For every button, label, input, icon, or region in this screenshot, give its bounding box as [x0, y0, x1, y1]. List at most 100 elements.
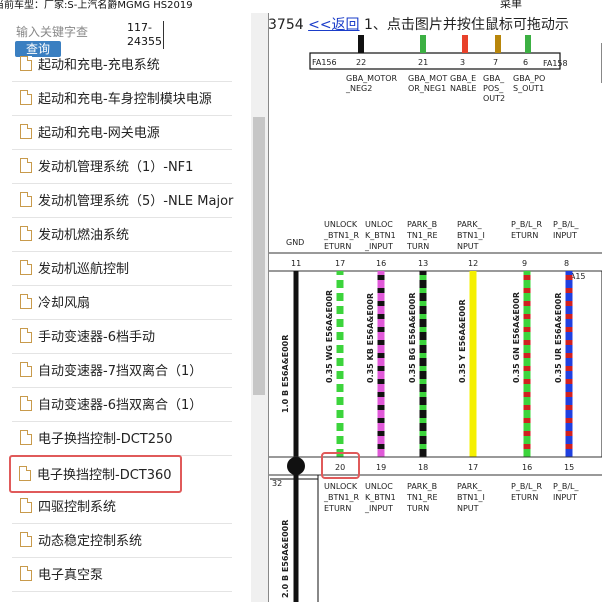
signal-name: PARK_ [457, 482, 483, 491]
nav-item[interactable]: 发动机管理系统（1）-NF1 [12, 149, 232, 184]
left-panel: 输入关键字查 查询 117-24355 起动和充电-充电系统 起动和充电-车身控制… [0, 13, 268, 602]
signal-name: BTN1_I [457, 493, 485, 502]
nav-item[interactable]: 自动变速器-6挡双离合（1） [12, 387, 232, 422]
search-input[interactable]: 输入关键字查 [16, 23, 116, 40]
document-icon [20, 430, 32, 445]
document-icon [20, 192, 32, 207]
signal-name: ETURN [511, 493, 538, 502]
signal-name: S_OUT1 [513, 84, 544, 93]
pin-number: 22 [356, 58, 366, 67]
signal-name: PARK_B [407, 220, 437, 229]
wire-spec: 1.0 B E56A&E00R [281, 335, 290, 413]
nav-item[interactable]: 动态稳定控制系统 [12, 523, 232, 558]
nav-item-label: 起动和充电-充电系统 [38, 58, 160, 73]
signal-name: GBA_PO [513, 74, 545, 83]
nav-item-label: 电子真空泵 [38, 568, 104, 583]
diagram-header: 3754 <<返回 1、点击图片并按住鼠标可拖动示 [268, 13, 602, 37]
nav-item[interactable]: 发动机燃油系统 [12, 217, 232, 252]
document-icon [20, 90, 32, 105]
signal-name: POS_ [483, 84, 504, 93]
signal-name: PARK_B [407, 482, 437, 491]
vehicle-model: 当前车型：厂家:S-上汽名爵MGMG HS2019 [0, 0, 193, 11]
pin-number: 15 [564, 463, 574, 472]
nav-item[interactable]: 冷却风扇 [12, 285, 232, 320]
wire-spec: 0.35 BG E56A&E00R [408, 293, 417, 384]
nav-item-label: 起动和充电-车身控制模块电源 [38, 92, 212, 107]
nav-item[interactable]: 电子换挡控制-DCT250 [12, 421, 232, 456]
nav-item[interactable]: 起动和充电-车身控制模块电源 [12, 81, 232, 116]
nav-item-label: 电子换挡控制-DCT250 [38, 432, 173, 447]
scrollbar[interactable] [251, 13, 268, 602]
nav-item-label: 发动机管理系统（5）-NLE Major [38, 194, 234, 209]
splice-dot [287, 457, 305, 475]
connector-code: FA156 [312, 58, 337, 67]
nav-item-label: 自动变速器-7挡双离合（1） [38, 364, 203, 379]
document-icon [20, 328, 32, 343]
pin-number: 19 [376, 463, 386, 472]
pin-number: 20 [335, 463, 345, 472]
pin-number: 9 [522, 259, 527, 268]
nav-item[interactable]: 起动和充电-充电系统 [12, 47, 232, 82]
nav-item-label: 发动机燃油系统 [38, 228, 130, 243]
signal-name: UNLOC [365, 220, 393, 229]
document-icon [20, 362, 32, 377]
document-icon [20, 226, 32, 241]
nav-item[interactable]: 起动和充电-网关电源 [12, 115, 232, 150]
nav-item-label: 动态稳定控制系统 [38, 534, 143, 549]
pin-number: 7 [493, 58, 498, 67]
signal-name: GBA_MOT [408, 74, 447, 83]
pin-number: 11 [291, 259, 301, 268]
wiring-diagram[interactable]: FA156 FA158 22 GBA_MOTOR_NEG2 21 GBA_MOTOR_NE… [268, 13, 602, 602]
signal-name: UNLOC [365, 482, 393, 491]
signal-name: PARK_ [457, 220, 483, 229]
signal-name: OUT2 [483, 94, 505, 103]
document-icon [20, 260, 32, 275]
signal-name: UNLOCK [324, 220, 358, 229]
left-pin-number: 32 [272, 479, 282, 488]
back-link[interactable]: <<返回 [308, 17, 359, 33]
signal-name: _INPUT [364, 242, 393, 251]
pin-number: 21 [418, 58, 428, 67]
signal-name: NPUT [457, 504, 479, 513]
wire-spec: 0.35 UR E56A&E00R [554, 293, 563, 384]
nav-item[interactable]: 电子真空泵 [12, 557, 232, 592]
nav-item-label: 冷却风扇 [38, 296, 91, 311]
nav-item[interactable]: 自动变速器-7挡双离合（1） [12, 353, 232, 388]
signal-name: GBA_E [450, 74, 476, 83]
signal-name: ETURN [324, 504, 351, 513]
nav-item-label: 手动变速器-6档手动 [38, 330, 155, 345]
signal-name: GBA_MOTOR [346, 74, 398, 83]
scrollbar-thumb[interactable] [253, 117, 265, 395]
connector-code: FA158 [543, 59, 568, 68]
signal-name: OR_NEG1 [408, 84, 446, 93]
nav-item[interactable]: 电子换挡控制-DCT360 [9, 455, 182, 493]
document-icon [20, 124, 32, 139]
nav-item[interactable]: 手动变速器-6档手动 [12, 319, 232, 354]
signal-name: P_B/L_ [553, 482, 579, 491]
nav-item-label: 发动机管理系统（1）-NF1 [38, 160, 194, 175]
signal-name: INPUT [553, 231, 577, 240]
instruction-text: 1、点击图片并按住鼠标可拖动示 [364, 17, 569, 33]
nav-item[interactable]: 四驱控制系统 [12, 489, 232, 524]
pin-number: 18 [418, 463, 428, 472]
signal-name: _BTN1_R [323, 493, 359, 502]
pin-number: 6 [523, 58, 528, 67]
document-icon [20, 566, 32, 581]
wire-spec: 0.35 GN E56A&E00R [512, 292, 521, 383]
nav-item-label: 电子换挡控制-DCT360 [37, 468, 172, 483]
signal-name: _BTN1_R [323, 231, 359, 240]
nav-item-label: 自动变速器-6挡双离合（1） [38, 398, 203, 413]
nav-item[interactable]: 发动机管理系统（5）-NLE Major [12, 183, 234, 218]
signal-name: INPUT [553, 493, 577, 502]
diagram-panel[interactable]: FA156 FA158 22 GBA_MOTOR _NEG2 21 GBA_MOT OR_NE… [268, 13, 602, 602]
menu-button[interactable]: 菜单 [500, 0, 522, 10]
pin-number: 17 [335, 259, 345, 268]
document-icon [19, 466, 31, 481]
document-icon [20, 158, 32, 173]
signal-name: ETURN [511, 231, 538, 240]
nav-item[interactable]: 发动机巡航控制 [12, 251, 232, 286]
page-number: 3754 [268, 17, 304, 33]
signal-name: P_B/L_ [553, 220, 579, 229]
pin-number: 8 [564, 259, 569, 268]
wire-spec: 0.35 KB E56A&E00R [366, 293, 375, 383]
